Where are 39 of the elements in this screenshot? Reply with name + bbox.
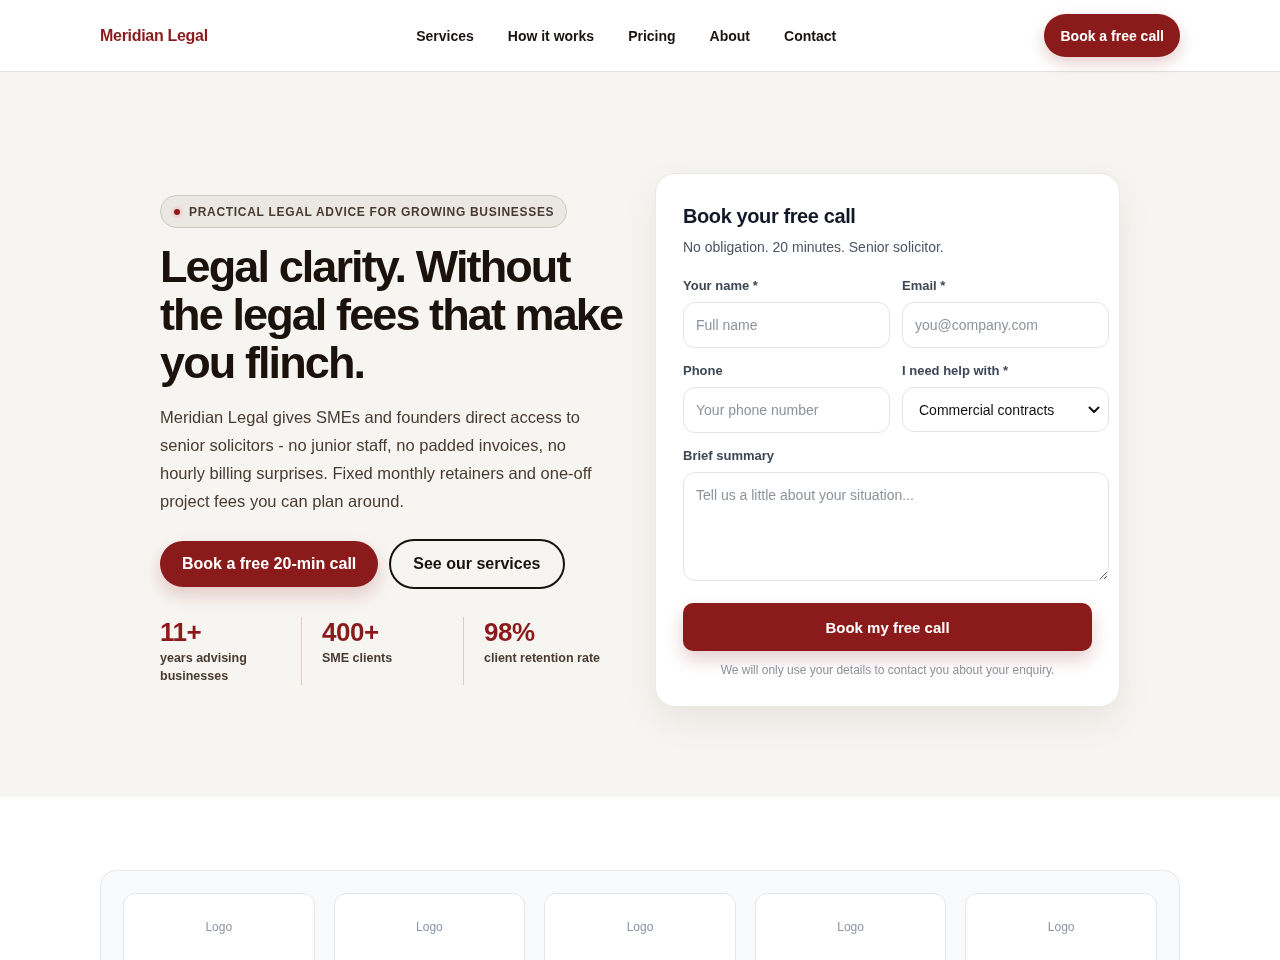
input-field[interactable]: Full name bbox=[683, 302, 890, 348]
outline-button[interactable]: See our services bbox=[389, 539, 565, 589]
textarea-field[interactable]: Tell us a little about your situation... bbox=[683, 472, 1109, 581]
primary-button[interactable]: Book a free 20-min call bbox=[160, 541, 379, 587]
stat-value: 400+ bbox=[322, 617, 380, 647]
logo-placeholder-text: Logo bbox=[1047, 919, 1075, 935]
badge-text: PRACTICAL LEGAL ADVICE FOR GROWING BUSINESSES bbox=[189, 204, 555, 219]
field-label: Brief summary bbox=[683, 447, 776, 464]
field-label: Email * bbox=[902, 277, 947, 294]
field-label: Your name * bbox=[683, 277, 759, 294]
field-label: I need help with * bbox=[902, 362, 1010, 379]
chevron-down-icon bbox=[1088, 405, 1100, 414]
book-call-button[interactable]: Book a free call bbox=[1044, 14, 1180, 57]
stat-value: 98% bbox=[484, 617, 536, 647]
input-field[interactable]: Your phone number bbox=[683, 387, 890, 433]
form-title: Book your free call bbox=[683, 204, 857, 229]
form-subtitle: No obligation. 20 minutes. Senior solicitor. bbox=[683, 238, 945, 257]
dot-icon bbox=[171, 205, 183, 218]
stat-label: client retention rate bbox=[484, 650, 601, 667]
privacy-note: We will only use your details to contact you about your enquiry. bbox=[719, 662, 1056, 679]
select-field[interactable]: Commercial contracts bbox=[902, 387, 1109, 432]
nav-link[interactable]: Contact bbox=[784, 27, 837, 44]
field-label: Phone bbox=[683, 362, 724, 379]
stat-label: SME clients bbox=[322, 650, 394, 667]
nav-link[interactable]: Services bbox=[416, 27, 474, 44]
submit-button[interactable]: Book my free call bbox=[683, 603, 1092, 651]
hero-description: Meridian Legal gives SMEs and founders direct access to senior solicitors - no junior staff, no padded invoices, no hourly billing surprises. Fixed monthly retainers and one-off project fees you can plan around. bbox=[160, 407, 593, 512]
nav-link[interactable]: About bbox=[709, 27, 751, 44]
logo-placeholder-text: Logo bbox=[837, 919, 864, 935]
nav-link[interactable]: Pricing bbox=[628, 27, 676, 44]
hero-heading: Legal clarity. Without the legal fees that make you flinch. bbox=[160, 243, 624, 387]
brand-logo[interactable]: Meridian Legal bbox=[100, 26, 208, 45]
input-field[interactable]: you@company.com bbox=[902, 302, 1109, 348]
stat-label: years advising businesses bbox=[160, 650, 248, 685]
logo-placeholder-text: Logo bbox=[416, 919, 443, 935]
nav-link[interactable]: How it works bbox=[507, 27, 595, 44]
logo-placeholder-text: Logo bbox=[626, 919, 654, 935]
stat-value: 11+ bbox=[160, 617, 203, 647]
logo-placeholder-text: Logo bbox=[205, 919, 233, 935]
